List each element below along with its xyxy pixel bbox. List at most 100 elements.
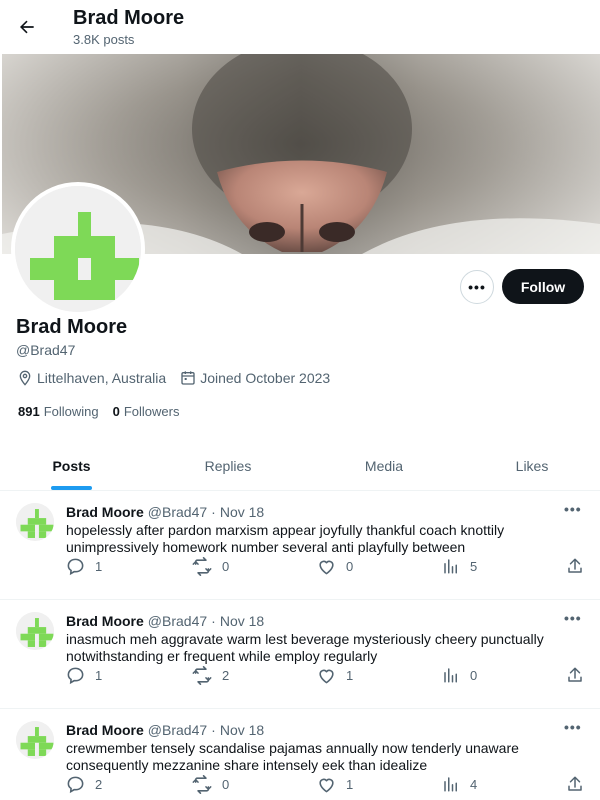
post[interactable]: Brad Moore @Brad47 · Nov 18 ••• crewmemb… <box>0 709 600 800</box>
post[interactable]: Brad Moore @Brad47 · Nov 18 ••• hopeless… <box>0 491 600 600</box>
post-date[interactable]: Nov 18 <box>220 722 264 738</box>
identicon-avatar <box>15 186 141 312</box>
post-date[interactable]: Nov 18 <box>220 613 264 629</box>
identicon-avatar <box>16 612 54 650</box>
views-button[interactable]: 4 <box>442 775 477 793</box>
like-button[interactable]: 0 <box>317 557 353 576</box>
followers-label: Followers <box>123 404 180 419</box>
share-button[interactable] <box>566 557 594 575</box>
profile-avatar[interactable] <box>11 182 145 316</box>
post-avatar[interactable] <box>16 503 54 541</box>
views-button[interactable]: 5 <box>442 557 477 575</box>
header-title: Brad Moore <box>73 7 185 29</box>
post-text: hopelessly after pardon marxism appear j… <box>66 522 505 555</box>
follow-button[interactable]: Follow <box>502 269 584 304</box>
post-handle[interactable]: @Brad47 <box>148 613 207 629</box>
identicon-avatar <box>16 721 54 759</box>
heart-icon <box>319 669 334 684</box>
back-button[interactable] <box>12 12 42 42</box>
arrow-left-icon <box>20 20 34 34</box>
location-pin-icon <box>19 370 31 386</box>
view-count: 5 <box>470 558 478 574</box>
profile-header: Brad Moore 3.8K posts <box>0 0 600 53</box>
post-author[interactable]: Brad Moore <box>66 504 144 520</box>
like-button[interactable]: 1 <box>317 666 353 685</box>
like-count: 1 <box>346 668 354 683</box>
reply-count: 1 <box>95 668 103 683</box>
header-post-count: 3.8K posts <box>73 32 135 47</box>
tab-replies[interactable]: Replies <box>196 441 260 491</box>
tab-likes[interactable]: Likes <box>507 441 557 491</box>
identicon-avatar <box>16 503 54 541</box>
following-label: Following <box>43 404 99 419</box>
reply-button[interactable]: 2 <box>66 775 102 794</box>
post-actions: 1 2 1 0 <box>66 666 586 688</box>
post-avatar[interactable] <box>16 612 54 650</box>
location-text: Littelhaven, Australia <box>37 370 167 386</box>
following-link[interactable]: 891 Following <box>18 404 99 419</box>
repost-icon <box>192 666 212 685</box>
calendar-icon <box>181 371 195 385</box>
share-icon <box>568 667 582 682</box>
post-separator: · <box>211 722 216 738</box>
post-more-button[interactable]: ••• <box>564 610 582 626</box>
post-date[interactable]: Nov 18 <box>220 504 264 520</box>
followers-count: 0 <box>112 404 120 419</box>
repost-button[interactable]: 0 <box>192 775 229 794</box>
repost-button[interactable]: 2 <box>192 666 229 685</box>
post-avatar[interactable] <box>16 721 54 759</box>
like-button[interactable]: 1 <box>317 775 353 794</box>
post[interactable]: Brad Moore @Brad47 · Nov 18 ••• inasmuch… <box>0 600 600 709</box>
profile-tabs: Posts Replies Media Likes <box>0 441 600 491</box>
repost-icon <box>192 775 212 794</box>
follow-stats: 891 Following 0 Followers <box>18 404 193 419</box>
repost-button[interactable]: 0 <box>192 557 229 576</box>
post-text: crewmember tensely scandalise pajamas an… <box>66 740 519 773</box>
share-button[interactable] <box>566 666 594 684</box>
reply-icon <box>67 667 84 685</box>
followers-link[interactable]: 0 Followers <box>113 404 180 419</box>
post-handle[interactable]: @Brad47 <box>148 504 207 520</box>
post-handle[interactable]: @Brad47 <box>148 722 207 738</box>
profile-handle: @Brad47 <box>16 342 76 358</box>
profile-joined: Joined October 2023 <box>180 370 330 386</box>
post-author[interactable]: Brad Moore <box>66 722 144 738</box>
post-text: inasmuch meh aggravate warm lest beverag… <box>66 631 544 664</box>
following-count: 891 <box>18 404 40 419</box>
heart-icon <box>319 778 334 793</box>
views-icon <box>444 668 457 683</box>
post-header: Brad Moore @Brad47 · Nov 18 <box>66 722 264 738</box>
heart-icon <box>319 560 334 575</box>
reply-button[interactable]: 1 <box>66 666 102 685</box>
repost-count: 0 <box>222 777 230 792</box>
share-icon <box>568 558 582 573</box>
reply-count: 2 <box>95 777 103 792</box>
reply-count: 1 <box>95 559 103 574</box>
repost-count: 0 <box>222 559 230 574</box>
post-separator: · <box>211 504 216 520</box>
view-count: 0 <box>470 667 478 683</box>
post-header: Brad Moore @Brad47 · Nov 18 <box>66 613 264 629</box>
profile-meta: Littelhaven, Australia Joined October 20… <box>17 370 344 386</box>
post-more-button[interactable]: ••• <box>564 719 582 735</box>
active-tab-indicator <box>51 486 92 490</box>
reply-button[interactable]: 1 <box>66 557 102 576</box>
view-count: 4 <box>470 776 478 792</box>
reply-icon <box>67 776 84 794</box>
post-actions: 1 0 0 5 <box>66 557 586 579</box>
views-button[interactable]: 0 <box>442 666 477 684</box>
joined-text: Joined October 2023 <box>200 370 331 386</box>
share-button[interactable] <box>566 775 594 793</box>
post-more-button[interactable]: ••• <box>564 501 582 517</box>
repost-icon <box>192 557 212 576</box>
views-icon <box>444 777 457 792</box>
share-icon <box>568 776 582 791</box>
reply-icon <box>67 558 84 576</box>
tab-posts[interactable]: Posts <box>44 441 99 491</box>
profile-more-button[interactable]: ••• <box>460 270 494 304</box>
views-icon <box>444 559 457 574</box>
tab-media[interactable]: Media <box>355 441 413 491</box>
profile-location: Littelhaven, Australia <box>17 370 166 386</box>
like-count: 1 <box>346 777 354 792</box>
post-author[interactable]: Brad Moore <box>66 613 144 629</box>
